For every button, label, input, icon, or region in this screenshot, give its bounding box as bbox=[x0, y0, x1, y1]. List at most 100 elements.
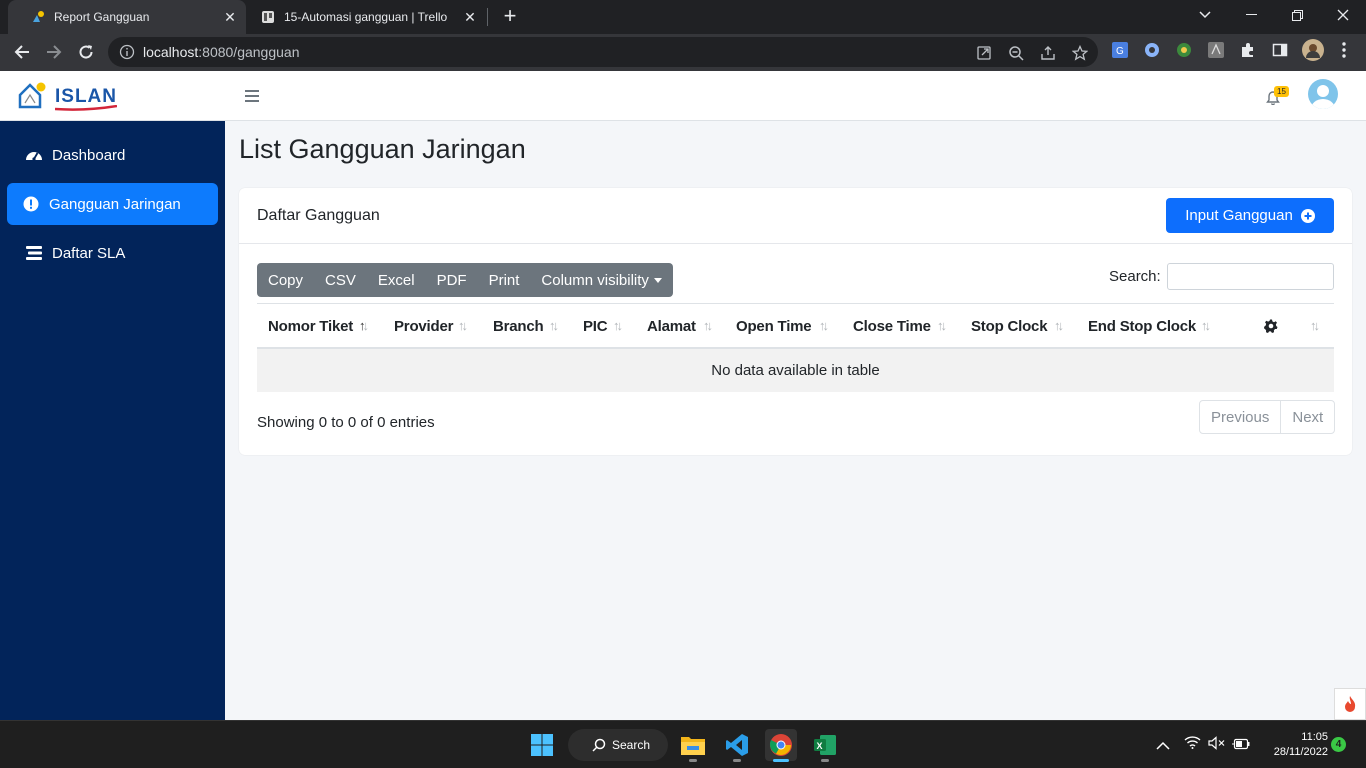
caret-down-icon bbox=[653, 277, 662, 283]
sort-icon[interactable]: ↑↓ bbox=[458, 318, 468, 333]
zoom-icon[interactable] bbox=[1007, 44, 1025, 62]
sort-icon[interactable]: ↑↓ bbox=[613, 318, 623, 333]
gangguan-card: Daftar Gangguan Input Gangguan Copy CSV … bbox=[239, 188, 1352, 455]
show-hidden-icons-chevron-icon[interactable] bbox=[1156, 737, 1170, 755]
browser-tab-title: Report Gangguan bbox=[54, 10, 150, 24]
reload-button[interactable] bbox=[72, 38, 100, 66]
url-text: localhost:8080/gangguan bbox=[143, 44, 300, 60]
column-visibility-dropdown[interactable]: Column visibility bbox=[530, 263, 673, 297]
site-info-icon[interactable] bbox=[119, 44, 135, 65]
taskbar-clock[interactable]: 11:05 28/11/2022 bbox=[1258, 730, 1328, 760]
column-header-alamat[interactable]: Alamat bbox=[647, 318, 696, 335]
user-avatar-icon bbox=[1311, 85, 1335, 109]
csv-button[interactable]: CSV bbox=[314, 263, 367, 297]
sidebar-item-daftar-sla[interactable]: Daftar SLA bbox=[7, 232, 218, 274]
column-header-branch[interactable]: Branch bbox=[493, 318, 544, 335]
tab-search-chevron-icon[interactable] bbox=[1182, 0, 1228, 30]
column-header-pic[interactable]: PIC bbox=[583, 318, 608, 335]
address-bar[interactable]: localhost:8080/gangguan bbox=[108, 37, 1098, 67]
chrome-button[interactable] bbox=[765, 729, 797, 762]
column-header-open-time[interactable]: Open Time bbox=[736, 318, 812, 335]
gear-icon[interactable] bbox=[1263, 319, 1278, 338]
bookmark-star-icon[interactable] bbox=[1071, 44, 1089, 62]
trello-favicon-icon bbox=[260, 9, 276, 25]
sidebar-toggle-icon[interactable] bbox=[245, 89, 259, 107]
folder-icon bbox=[681, 737, 705, 755]
taskbar: Search X 11:05 28/11/2022 4 bbox=[0, 720, 1366, 768]
minimize-window-button[interactable] bbox=[1228, 0, 1274, 30]
excel-button[interactable]: Excel bbox=[367, 263, 426, 297]
browser-tab-trello[interactable]: 15-Automasi gangguan | Trello ✕ bbox=[248, 0, 486, 34]
excel-app-button[interactable]: X bbox=[809, 729, 841, 762]
copy-button[interactable]: Copy bbox=[257, 263, 314, 297]
card-title: Daftar Gangguan bbox=[257, 207, 380, 224]
brand-logo[interactable]: ISLAN bbox=[17, 81, 117, 111]
sort-icon[interactable]: ↑↓ bbox=[1310, 318, 1320, 333]
sort-icon[interactable]: ↑↓ bbox=[1201, 318, 1211, 333]
card-header: Daftar Gangguan Input Gangguan bbox=[239, 188, 1352, 244]
input-gangguan-label: Input Gangguan bbox=[1185, 207, 1293, 224]
browser-tab-report[interactable]: Report Gangguan ✕ bbox=[8, 0, 246, 34]
battery-icon[interactable] bbox=[1232, 737, 1250, 755]
user-avatar[interactable] bbox=[1308, 79, 1338, 109]
sort-icon[interactable]: ↑↓ bbox=[549, 318, 559, 333]
column-header-nomor-tiket[interactable]: Nomor Tiket bbox=[268, 318, 353, 335]
taskbar-search[interactable]: Search bbox=[568, 729, 668, 761]
close-tab-icon[interactable]: ✕ bbox=[222, 9, 238, 25]
table-empty-row: No data available in table bbox=[257, 349, 1334, 392]
sidebar-item-dashboard[interactable]: Dashboard bbox=[7, 134, 218, 176]
tab-divider bbox=[487, 8, 488, 26]
sort-asc-icon[interactable]: ↑↓ bbox=[359, 318, 369, 333]
app-header: ISLAN 15 bbox=[0, 71, 1366, 121]
extension-icon[interactable] bbox=[1143, 41, 1161, 59]
column-header-stop-clock[interactable]: Stop Clock bbox=[971, 318, 1048, 335]
export-button-group: Copy CSV Excel PDF Print Column visibili… bbox=[257, 263, 673, 297]
plus-circle-icon bbox=[1300, 208, 1315, 223]
sort-icon[interactable]: ↑↓ bbox=[819, 318, 829, 333]
vscode-button[interactable] bbox=[721, 729, 753, 762]
sort-icon[interactable]: ↑↓ bbox=[703, 318, 713, 333]
close-tab-icon[interactable]: ✕ bbox=[462, 9, 478, 25]
new-tab-button[interactable]: + bbox=[498, 4, 522, 28]
pagination: Previous Next bbox=[1199, 400, 1336, 434]
input-gangguan-button[interactable]: Input Gangguan bbox=[1166, 198, 1334, 233]
back-button[interactable] bbox=[8, 38, 36, 66]
notification-center-badge[interactable]: 4 bbox=[1331, 737, 1346, 752]
column-header-provider[interactable]: Provider bbox=[394, 318, 453, 335]
previous-page-button[interactable]: Previous bbox=[1200, 401, 1280, 433]
sort-icon[interactable]: ↑↓ bbox=[937, 318, 947, 333]
restore-window-button[interactable] bbox=[1274, 0, 1320, 30]
pdf-button[interactable]: PDF bbox=[426, 263, 478, 297]
flame-icon bbox=[1345, 696, 1356, 712]
sidebar-item-label: Daftar SLA bbox=[52, 244, 126, 262]
print-button[interactable]: Print bbox=[478, 263, 531, 297]
notification-badge: 15 bbox=[1274, 86, 1289, 97]
column-visibility-label: Column visibility bbox=[541, 271, 649, 289]
table-header-row: Nomor Tiket ↑↓ Provider ↑↓ Branch ↑↓ PIC… bbox=[257, 303, 1334, 349]
translate-extension-icon[interactable]: G bbox=[1111, 41, 1129, 59]
wifi-icon[interactable] bbox=[1184, 736, 1201, 754]
notifications-button[interactable]: 15 bbox=[1266, 86, 1292, 108]
sort-icon[interactable]: ↑↓ bbox=[1054, 318, 1064, 333]
profile-avatar-icon[interactable] bbox=[1302, 39, 1324, 61]
next-page-button[interactable]: Next bbox=[1280, 401, 1334, 433]
speaker-muted-icon[interactable] bbox=[1208, 736, 1226, 755]
file-explorer-button[interactable] bbox=[677, 729, 709, 762]
column-header-end-stop-clock[interactable]: End Stop Clock bbox=[1088, 318, 1196, 335]
search-input[interactable] bbox=[1167, 263, 1334, 290]
debug-toolbar-button[interactable] bbox=[1334, 688, 1366, 720]
extensions-puzzle-icon[interactable] bbox=[1239, 41, 1257, 59]
close-window-button[interactable] bbox=[1320, 0, 1366, 30]
extension-globe-icon[interactable] bbox=[1175, 41, 1193, 59]
open-in-app-icon[interactable] bbox=[975, 44, 993, 62]
browser-menu-icon[interactable] bbox=[1335, 41, 1353, 59]
column-header-close-time[interactable]: Close Time bbox=[853, 318, 931, 335]
search-icon bbox=[592, 738, 606, 752]
pdf-extension-icon[interactable] bbox=[1207, 41, 1225, 59]
sidebar-item-gangguan-jaringan[interactable]: Gangguan Jaringan bbox=[7, 183, 218, 225]
forward-button[interactable] bbox=[40, 38, 68, 66]
brand-underline bbox=[55, 105, 117, 111]
start-button[interactable] bbox=[526, 729, 558, 761]
side-panel-icon[interactable] bbox=[1271, 41, 1289, 59]
share-icon[interactable] bbox=[1039, 44, 1057, 62]
